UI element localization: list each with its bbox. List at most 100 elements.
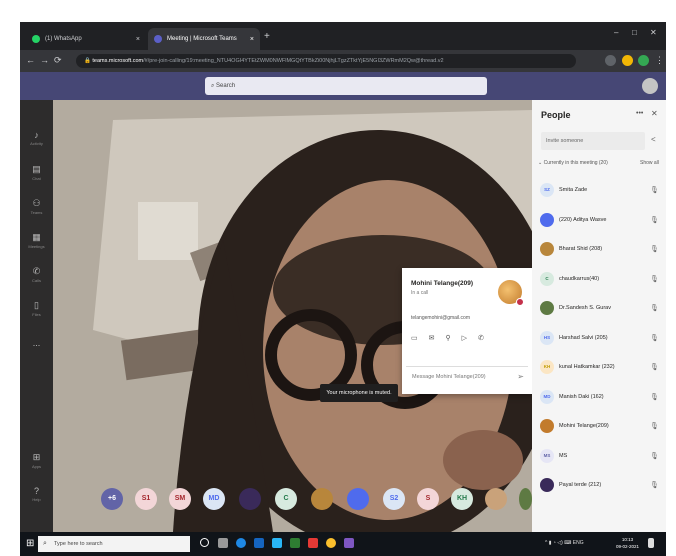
participant-avatar[interactable] bbox=[239, 488, 261, 510]
list-item[interactable]: Cchaudkarrus(40) 🎙 bbox=[532, 265, 666, 295]
participant-avatar[interactable]: +6 bbox=[101, 488, 123, 510]
excel-icon[interactable] bbox=[290, 538, 300, 548]
tab-whatsapp[interactable]: (1) WhatsApp × bbox=[26, 28, 146, 50]
app-rail: ♪ Activity ▤ Chat ⚇ Teams ▦ Meetings ✆ Calls … bbox=[20, 100, 53, 532]
tab-teams-meeting[interactable]: Meeting | Microsoft Teams × bbox=[148, 28, 260, 50]
rail-teams[interactable]: ⚇ Teams bbox=[20, 198, 53, 215]
avatar bbox=[540, 242, 554, 256]
rail-files[interactable]: ▯ Files bbox=[20, 300, 53, 317]
edge-icon[interactable] bbox=[236, 538, 246, 548]
reload-icon[interactable]: ⟳ bbox=[54, 55, 62, 66]
list-item[interactable]: Mohini Telange(209) 🎙 bbox=[532, 412, 666, 442]
share-icon[interactable]: < bbox=[651, 135, 656, 144]
rail-activity[interactable]: ♪ Activity bbox=[20, 130, 53, 146]
rail-more[interactable]: ... bbox=[20, 338, 53, 348]
cortana-icon[interactable] bbox=[200, 538, 209, 547]
url-host: teams.microsoft.com bbox=[92, 58, 144, 64]
more-options-icon[interactable]: ••• bbox=[636, 110, 643, 117]
message-input[interactable]: Message Mohini Telange(209) ➢ bbox=[406, 366, 528, 386]
back-icon[interactable]: ← bbox=[26, 55, 35, 65]
list-item[interactable]: MD Manish Daki (162) 🎙 bbox=[532, 383, 666, 413]
avatar[interactable] bbox=[642, 78, 658, 94]
participant-avatar[interactable]: S1 bbox=[135, 488, 157, 510]
contact-actions: ▭ ✉ ⚲ ▷ ✆ bbox=[411, 334, 484, 342]
participant-avatar[interactable]: C bbox=[275, 488, 297, 510]
participant-avatar[interactable] bbox=[485, 488, 507, 510]
mic-muted-icon: 🎙 bbox=[650, 305, 659, 312]
mic-muted-icon: 🎙 bbox=[650, 423, 659, 430]
bell-icon: ♪ bbox=[34, 130, 39, 140]
list-item[interactable]: Dr.Sandesh S. Gurav 🎙 bbox=[532, 294, 666, 324]
windows-start-icon[interactable]: ⊞ bbox=[26, 538, 34, 549]
list-item[interactable]: (220) Aditya Wasve 🎙 bbox=[532, 206, 666, 236]
extension-icon[interactable] bbox=[605, 55, 616, 66]
maximize-icon[interactable]: □ bbox=[632, 28, 637, 37]
participant-avatar[interactable]: KH bbox=[451, 488, 473, 510]
show-all-link[interactable]: Show all bbox=[640, 160, 659, 166]
mic-muted-icon: 🎙 bbox=[650, 246, 659, 253]
new-tab-icon[interactable]: + bbox=[264, 31, 270, 42]
url-field[interactable]: 🔒 teams.microsoft.com/#/pre-join-calling… bbox=[76, 54, 576, 68]
list-item[interactable]: Payal terde (212) 🎙 bbox=[532, 471, 666, 501]
list-item[interactable]: Bharat Shid (208) 🎙 bbox=[532, 235, 666, 265]
close-icon[interactable]: × bbox=[250, 36, 254, 43]
list-item[interactable]: SZ Smita Zade 🎙 bbox=[532, 176, 666, 206]
mic-muted-icon: 🎙 bbox=[650, 364, 659, 371]
invite-input[interactable]: Invite someone bbox=[541, 132, 645, 150]
app-icon[interactable] bbox=[308, 538, 318, 548]
mic-muted-icon: 🎙 bbox=[650, 275, 659, 283]
contact-card: Mohini Telange(209) In a call telangemoh… bbox=[402, 268, 532, 394]
org-chart-icon[interactable]: ⚲ bbox=[446, 334, 451, 342]
extension-icon[interactable] bbox=[622, 55, 633, 66]
list-item[interactable]: HS Harshad Salvi (205) 🎙 bbox=[532, 324, 666, 354]
windows-taskbar: ⊞ ⌕ Type here to search ^ ▮ ◔ ◁) ⌨ ENG 10… bbox=[20, 532, 666, 556]
menu-icon[interactable]: ⋮ bbox=[655, 55, 664, 66]
rail-apps[interactable]: ⊞ Apps bbox=[20, 452, 53, 469]
participant-avatar[interactable]: S bbox=[417, 488, 439, 510]
phone-icon: ✆ bbox=[32, 266, 41, 276]
mic-muted-icon: 🎙 bbox=[650, 393, 659, 401]
chrome-icon[interactable] bbox=[326, 538, 336, 548]
participant-avatar[interactable] bbox=[519, 488, 532, 510]
system-tray[interactable]: ^ ▮ ◔ ◁) ⌨ ENG bbox=[545, 540, 584, 546]
more-icon: ... bbox=[32, 338, 41, 348]
in-meeting-header[interactable]: ⌄ Currently in this meeting (20) bbox=[538, 160, 608, 166]
notification-icon[interactable] bbox=[648, 538, 654, 548]
close-icon[interactable]: ✕ bbox=[651, 109, 658, 118]
mic-muted-icon: 🎙 bbox=[650, 334, 659, 342]
close-icon[interactable]: × bbox=[136, 36, 140, 43]
minimize-icon[interactable]: – bbox=[614, 28, 618, 37]
teams-icon bbox=[154, 35, 162, 43]
taskbar-search-input[interactable]: ⌕ Type here to search bbox=[38, 536, 190, 552]
clock[interactable]: 10:13 09-02-2021 bbox=[616, 536, 639, 550]
store-icon[interactable] bbox=[254, 538, 264, 548]
participant-avatar[interactable] bbox=[311, 488, 333, 510]
app-icon[interactable] bbox=[344, 538, 354, 548]
list-item[interactable]: MS MS 🎙 bbox=[532, 442, 666, 472]
contact-email[interactable]: telangemohini@gmail.com bbox=[411, 315, 470, 321]
rail-meetings[interactable]: ▦ Meetings bbox=[20, 232, 53, 249]
phone-icon[interactable]: ✆ bbox=[478, 334, 484, 342]
rail-calls[interactable]: ✆ Calls bbox=[20, 266, 53, 283]
avatar bbox=[540, 212, 554, 227]
rail-chat[interactable]: ▤ Chat bbox=[20, 164, 53, 181]
forward-icon[interactable]: → bbox=[40, 55, 49, 65]
send-icon[interactable]: ➢ bbox=[517, 367, 524, 387]
window-close-icon[interactable]: ✕ bbox=[650, 28, 657, 37]
participant-avatar[interactable]: S2 bbox=[383, 488, 405, 510]
participant-avatar[interactable]: MD bbox=[203, 488, 225, 510]
video-call-icon[interactable]: ▷ bbox=[462, 334, 467, 342]
avatar: C bbox=[540, 271, 554, 286]
task-view-icon[interactable] bbox=[218, 538, 228, 548]
avatar: SZ bbox=[540, 183, 554, 197]
mail-icon[interactable]: ✉ bbox=[429, 334, 435, 342]
profile-icon[interactable] bbox=[638, 55, 649, 66]
chat-icon[interactable]: ▭ bbox=[411, 334, 418, 342]
participant-avatar[interactable] bbox=[347, 488, 369, 510]
search-input[interactable]: ⌕ Search bbox=[205, 77, 487, 95]
mail-icon[interactable] bbox=[272, 538, 282, 548]
rail-help[interactable]: ? Help bbox=[20, 486, 53, 502]
list-item[interactable]: KH kunal Hatkamkar (232) 🎙 bbox=[532, 353, 666, 383]
presence-badge bbox=[516, 298, 524, 306]
participant-avatar[interactable]: SM bbox=[169, 488, 191, 510]
